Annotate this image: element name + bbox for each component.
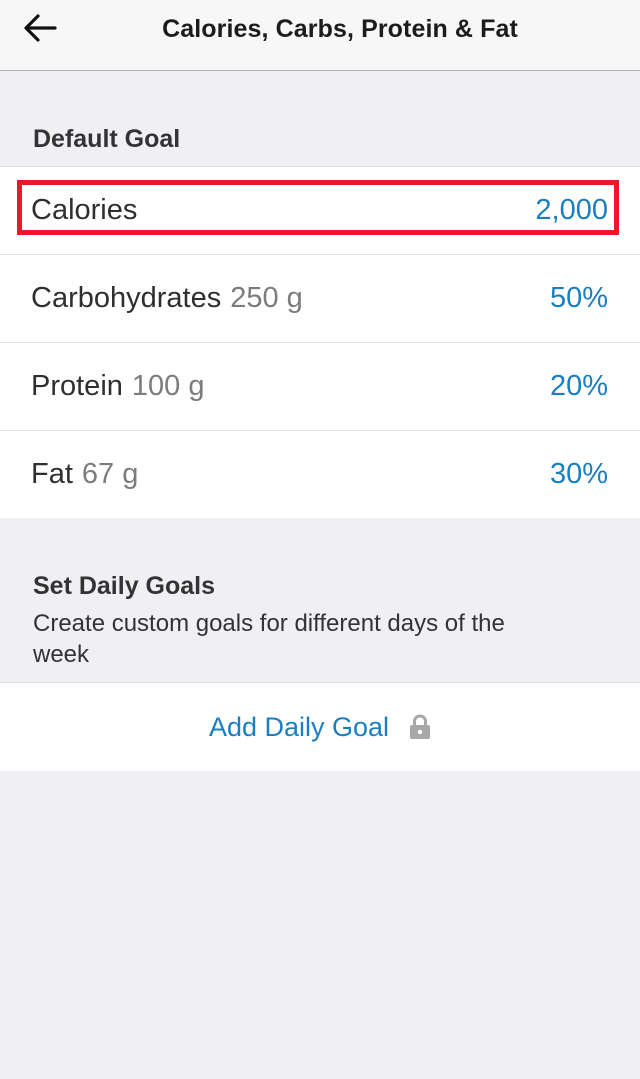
protein-percent: 20% — [549, 370, 608, 402]
protein-grams: 100 g — [131, 370, 205, 402]
calories-label: Calories — [31, 194, 138, 226]
carbohydrates-percent: 50% — [549, 282, 608, 314]
fat-percent: 30% — [549, 458, 608, 490]
protein-row[interactable]: Protein 100 g 20% — [0, 342, 640, 430]
back-button[interactable] — [22, 6, 74, 50]
arrow-left-icon — [24, 14, 57, 42]
carbohydrates-row[interactable]: Carbohydrates 250 g 50% — [0, 254, 640, 342]
add-daily-goal-group: Add Daily Goal — [0, 682, 640, 771]
daily-goals-header: Set Daily Goals — [33, 572, 216, 600]
carbohydrates-label: Carbohydrates — [31, 282, 222, 314]
carbohydrates-grams: 250 g — [230, 282, 303, 314]
fat-label: Fat — [31, 458, 73, 490]
default-goal-header: Default Goal — [33, 125, 181, 153]
protein-label: Protein — [31, 370, 123, 402]
fat-grams: 67 g — [81, 458, 139, 490]
page-title: Calories, Carbs, Protein & Fat — [162, 15, 518, 43]
lock-icon — [409, 714, 431, 740]
navigation-bar: Calories, Carbs, Protein & Fat — [0, 0, 640, 71]
fat-row[interactable]: Fat 67 g 30% — [0, 430, 640, 518]
calories-row[interactable]: Calories 2,000 — [0, 166, 640, 254]
add-daily-goal-label: Add Daily Goal — [208, 711, 390, 742]
add-daily-goal-button[interactable]: Add Daily Goal — [0, 683, 640, 771]
default-goal-list: Calories 2,000 Carbohydrates 250 g 50% P… — [0, 166, 640, 518]
daily-goals-description: Create custom goals for different days o… — [33, 610, 505, 668]
calories-value: 2,000 — [535, 194, 608, 226]
